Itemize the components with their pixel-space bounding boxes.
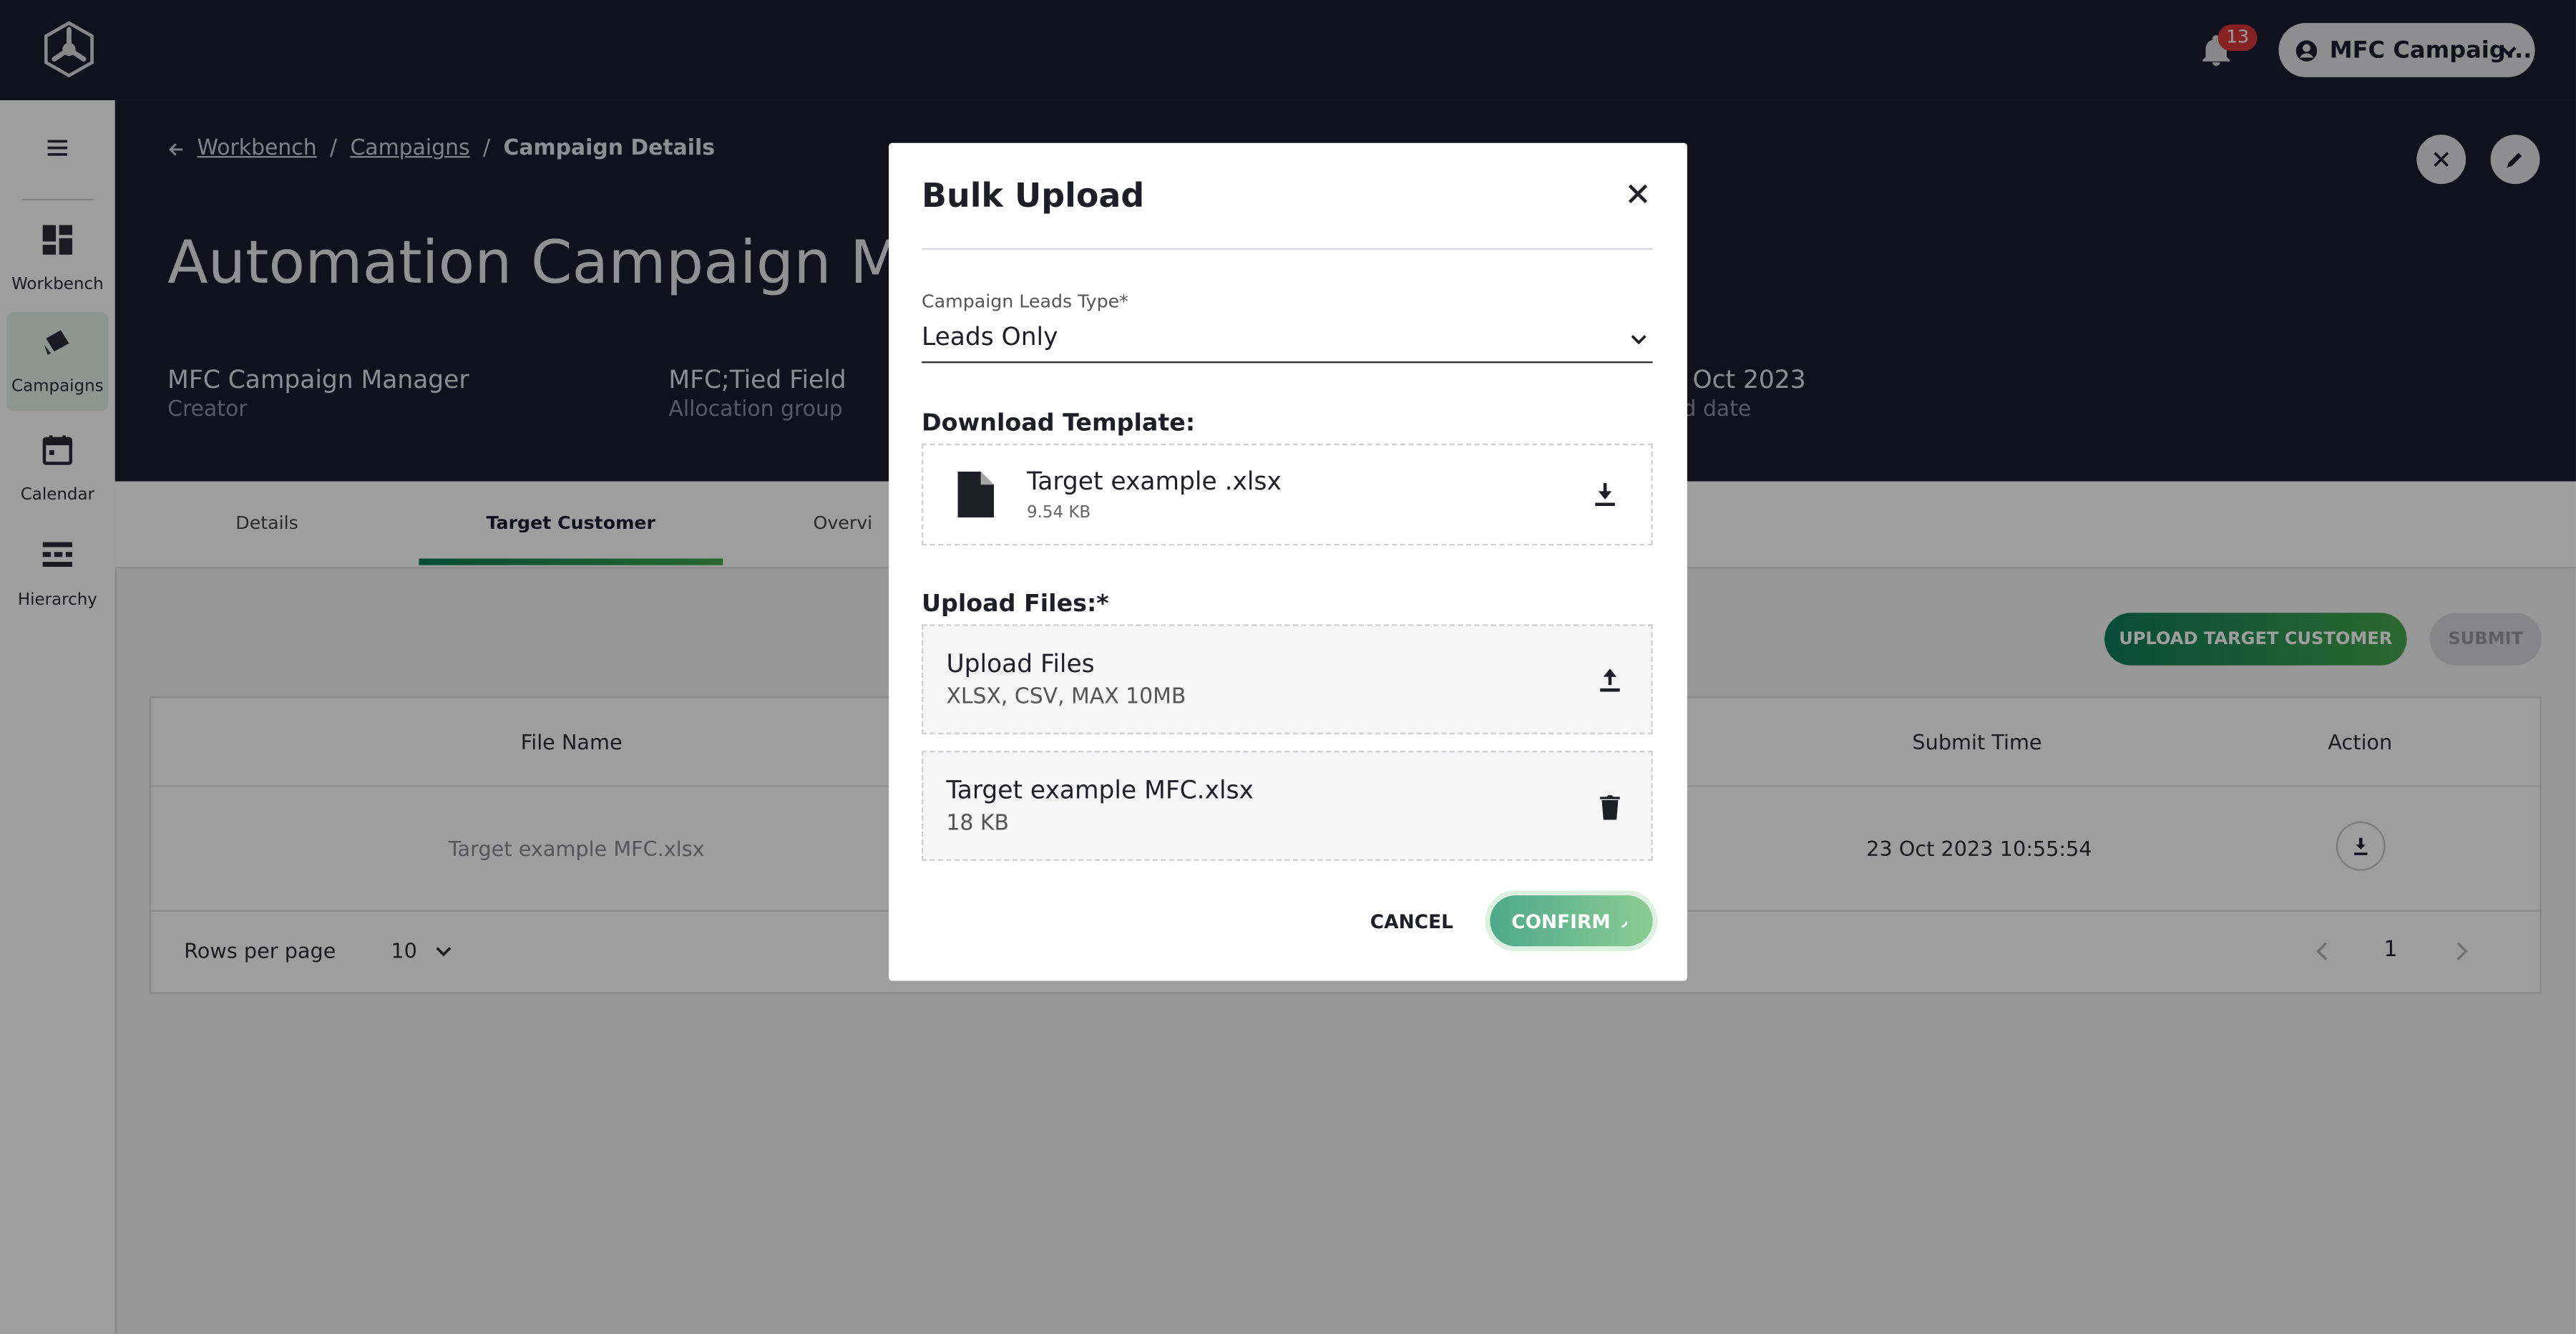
upload-dropzone-title: Upload Files: [946, 648, 1095, 679]
bulk-upload-dialog: Bulk Upload Campaign Leads Type* Leads O…: [889, 142, 1687, 981]
upload-dropzone-hint: XLSX, CSV, MAX 10MB: [946, 685, 1186, 710]
title-divider: [922, 248, 1653, 250]
selected-file-card: Target example MFC.xlsx 18 KB: [922, 751, 1653, 861]
confirm-button[interactable]: CONFIRM: [1490, 895, 1653, 947]
loading-spinner-icon: [1621, 921, 1628, 928]
trash-icon[interactable]: [1595, 792, 1624, 821]
dialog-title: Bulk Upload: [922, 175, 1145, 215]
template-file-size: 9.54 KB: [1026, 504, 1091, 523]
download-icon[interactable]: [1590, 479, 1619, 509]
upload-icon[interactable]: [1595, 666, 1624, 695]
file-icon: [957, 471, 995, 518]
template-file-card: Target example .xlsx 9.54 KB: [922, 443, 1653, 546]
close-icon[interactable]: [1626, 182, 1649, 205]
template-file-name: Target example .xlsx: [1026, 466, 1282, 497]
selected-file-name: Target example MFC.xlsx: [946, 775, 1254, 805]
upload-dropzone[interactable]: Upload Files XLSX, CSV, MAX 10MB: [922, 624, 1653, 735]
download-template-heading: Download Template:: [922, 410, 1196, 437]
chevron-down-icon[interactable]: [1630, 330, 1648, 348]
select-underline: [922, 361, 1653, 364]
confirm-label: CONFIRM: [1511, 910, 1611, 933]
leads-type-label: Campaign Leads Type*: [922, 291, 1128, 313]
leads-type-select[interactable]: Leads Only: [922, 322, 1058, 351]
upload-files-heading: Upload Files:*: [922, 591, 1109, 618]
selected-file-size: 18 KB: [946, 812, 1009, 837]
app-root: 13 MFC Campaig... Workbench Campaigns Ca…: [0, 0, 2576, 1334]
cancel-button[interactable]: CANCEL: [1370, 910, 1453, 933]
